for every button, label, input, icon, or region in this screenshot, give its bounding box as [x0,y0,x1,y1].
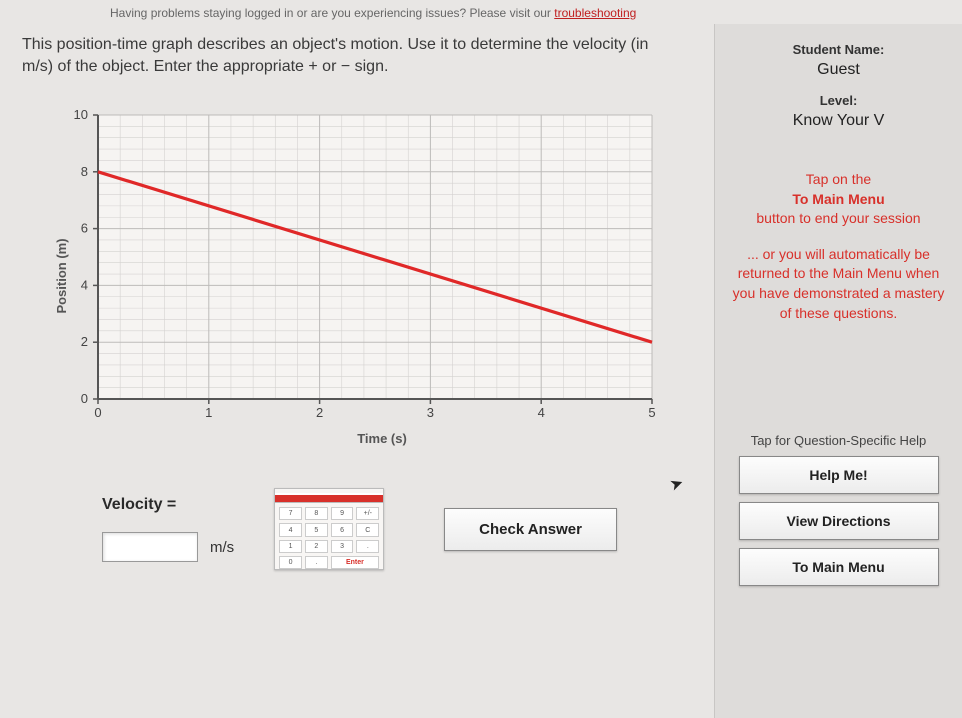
view-directions-button[interactable]: View Directions [739,502,939,540]
unit-label: m/s [210,539,234,556]
svg-text:10: 10 [74,107,88,122]
level-value: Know Your V [723,112,954,130]
position-time-chart: 0 1 2 3 4 5 0 2 4 6 8 10 [62,105,662,425]
level-label: Level: [723,93,954,108]
svg-text:0: 0 [81,391,88,406]
student-name-label: Student Name: [723,42,954,57]
check-answer-button[interactable]: Check Answer [444,508,617,551]
x-axis-label: Time (s) [62,431,672,446]
help-me-button[interactable]: Help Me! [739,456,939,494]
troubleshooting-link[interactable]: troubleshooting [554,6,636,20]
left-panel: This position-time graph describes an ob… [0,24,714,718]
note-prefix: Having problems staying logged in or are… [110,6,554,20]
mastery-hint: ... or you will automatically be returne… [723,245,954,323]
svg-text:8: 8 [81,164,88,179]
svg-text:3: 3 [427,405,434,420]
velocity-block: Velocity = m/s [102,496,234,562]
answer-row: Velocity = m/s 789+/- 456C 123. 0.Enter … [102,488,692,570]
svg-text:1: 1 [205,405,212,420]
help-label: Tap for Question-Specific Help [723,433,954,448]
main-area: This position-time graph describes an ob… [0,24,962,718]
to-main-menu-button[interactable]: To Main Menu [739,548,939,586]
svg-text:2: 2 [81,334,88,349]
velocity-label: Velocity = [102,496,234,514]
svg-text:6: 6 [81,221,88,236]
svg-text:4: 4 [81,278,88,293]
input-row: m/s [102,532,234,562]
right-panel: Student Name: Guest Level: Know Your V T… [714,24,962,718]
velocity-input[interactable] [102,532,198,562]
login-issues-note: Having problems staying logged in or are… [0,0,962,24]
svg-text:0: 0 [94,405,101,420]
main-menu-hint: Tap on the To Main Menu button to end yo… [723,170,954,229]
svg-text:5: 5 [648,405,655,420]
question-text: This position-time graph describes an ob… [22,34,662,77]
svg-text:4: 4 [538,405,545,420]
student-name-value: Guest [723,61,954,79]
svg-text:2: 2 [316,405,323,420]
numeric-keypad[interactable]: 789+/- 456C 123. 0.Enter [274,488,384,570]
y-axis-label: Position (m) [54,238,69,313]
chart-container: Position (m) 0123450246810 Time (s) [62,105,672,446]
